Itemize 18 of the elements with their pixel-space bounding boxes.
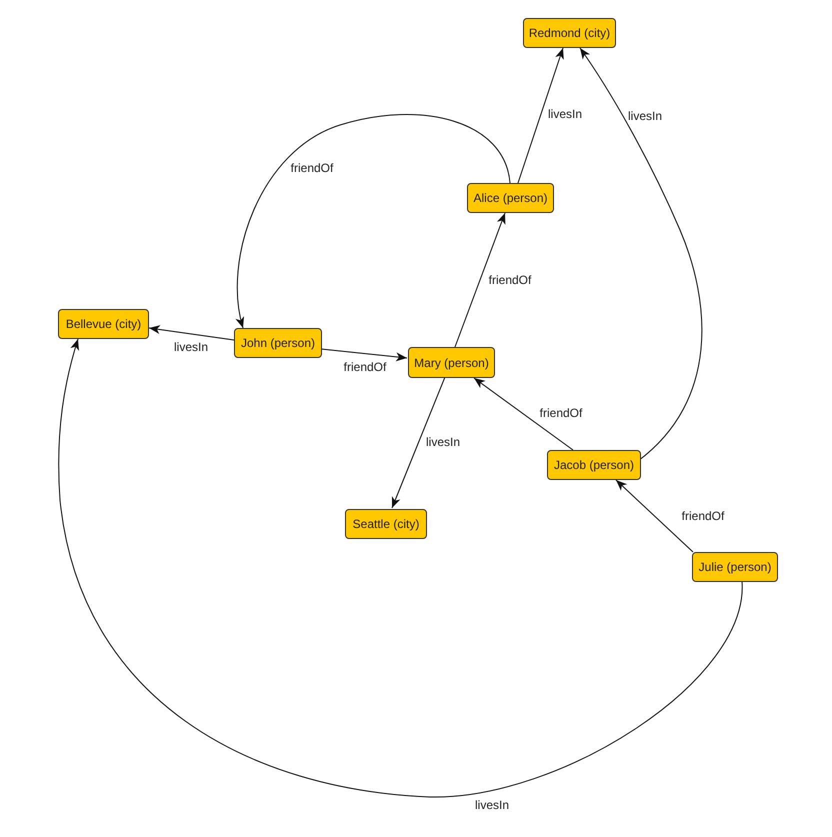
edge-label: livesIn [548,107,582,121]
graph-node: Redmond (city) [523,18,616,48]
edge-label: friendOf [344,360,386,374]
graph-node: Jacob (person) [547,450,641,480]
graph-node: Julie (person) [692,552,778,582]
edge-label: friendOf [290,161,334,175]
edge-label: livesIn [628,109,662,123]
edge-label: friendOf [540,406,582,420]
graph-node: Alice (person) [467,183,554,213]
graph-node: Seattle (city) [345,509,427,539]
graph-node: Mary (person) [408,347,495,378]
edge-label: livesIn [426,435,460,449]
graph-node: Bellevue (city) [58,309,149,339]
edge-label: friendOf [488,273,532,287]
edge-label: friendOf [682,509,724,523]
graph-node: John (person) [234,328,322,358]
edge-label: livesIn [174,340,208,354]
edge-label: livesIn [475,798,509,812]
